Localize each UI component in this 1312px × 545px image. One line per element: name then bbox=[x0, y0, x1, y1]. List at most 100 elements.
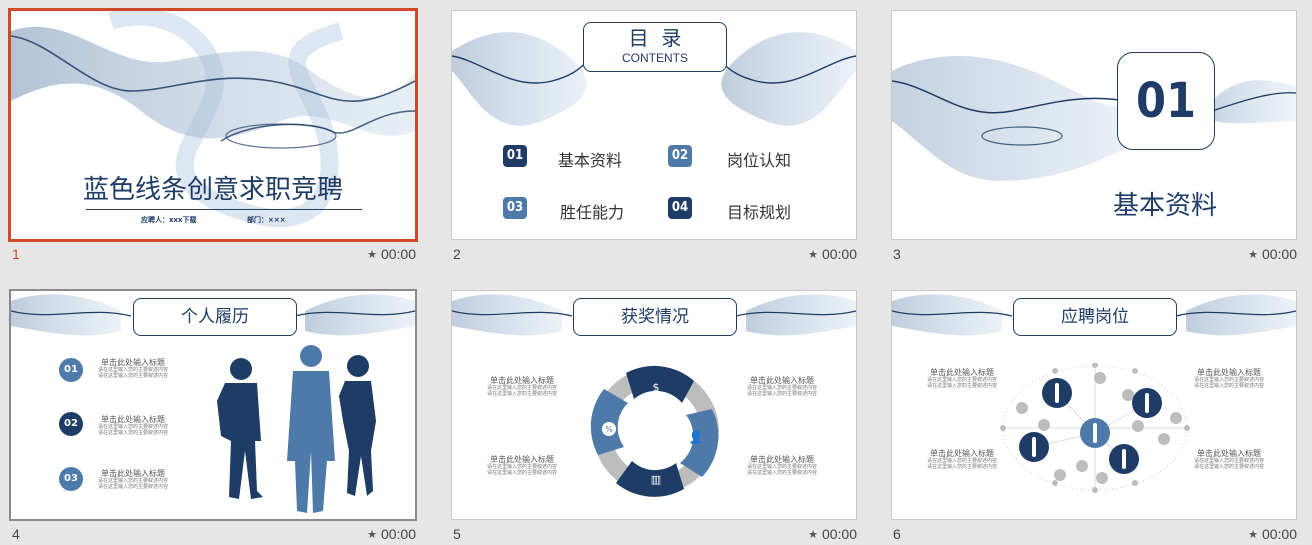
placeholder-title: 单击此处输入标题 bbox=[1197, 368, 1261, 377]
slide-time: 00:00 bbox=[821, 246, 857, 262]
placeholder-title: 单击此处输入标题 bbox=[930, 368, 994, 377]
slide-title: 应聘岗位 bbox=[1061, 307, 1129, 327]
placeholder-text-block: 单击此处输入标题 请在这里输入您的主要叙述内容 请在这里输入您的主要叙述内容 bbox=[1189, 449, 1269, 470]
placeholder-title: 单击此处输入标题 bbox=[750, 455, 814, 464]
slide-number: 3 bbox=[893, 246, 901, 262]
slide-title-box: 应聘岗位 bbox=[1013, 298, 1177, 336]
placeholder-line: 请在这里输入您的主要叙述内容 bbox=[926, 464, 997, 470]
user-icon: 👤 bbox=[689, 430, 704, 444]
placeholder-line: 请在这里输入您的主要叙述内容 bbox=[486, 470, 557, 476]
slide-3[interactable]: 01 基本资料 bbox=[891, 10, 1297, 240]
toc-item-label: 胜任能力 bbox=[560, 203, 625, 222]
toc-item-label: 目标规划 bbox=[727, 203, 792, 222]
toc-subtitle: CONTENTS bbox=[622, 51, 688, 65]
placeholder-title: 单击此处输入标题 bbox=[101, 415, 165, 424]
placeholder-line: 请在这里输入您的主要叙述内容 bbox=[97, 484, 168, 490]
placeholder-line: 请在这里输入您的主要叙述内容 bbox=[1193, 464, 1264, 470]
business-people-silhouettes bbox=[217, 345, 376, 513]
transition-star-icon: ★ bbox=[1248, 528, 1258, 541]
placeholder-line: 请在这里输入您的主要叙述内容 bbox=[97, 430, 168, 436]
toc-title: 目 录 bbox=[628, 26, 682, 50]
toc-title-box: 目 录 CONTENTS bbox=[583, 22, 727, 72]
transition-star-icon: ★ bbox=[808, 528, 818, 541]
title-underline bbox=[86, 209, 362, 210]
section-title: 基本资料 bbox=[1112, 191, 1217, 221]
placeholder-text-block: 单击此处输入标题 请在这里输入您的主要叙述内容 请在这里输入您的主要叙述内容 bbox=[922, 368, 1002, 389]
email-at-icon bbox=[1016, 402, 1028, 414]
transition-star-icon: ★ bbox=[808, 248, 818, 261]
slide-5[interactable]: 获奖情况 单击此处输入标题 请在这里输入您的主要叙述内容 请在这里输入您的主要叙… bbox=[451, 290, 857, 520]
slide-time: 00:00 bbox=[1261, 246, 1297, 262]
message-icon bbox=[1170, 412, 1182, 424]
placeholder-title: 单击此处输入标题 bbox=[930, 449, 994, 458]
placeholder-text-block: 单击此处输入标题 请在这里输入您的主要叙述内容 请在这里输入您的主要叙述内容 bbox=[742, 455, 822, 476]
transition-star-icon: ★ bbox=[367, 248, 377, 261]
slide-time: 00:00 bbox=[380, 246, 416, 262]
wordpress-icon bbox=[1038, 419, 1050, 431]
item-badge-03: 03 bbox=[59, 467, 83, 491]
slide-number: 4 bbox=[12, 526, 20, 542]
placeholder-line: 请在这里输入您的主要叙述内容 bbox=[1193, 383, 1264, 389]
slide-title-box: 个人履历 bbox=[133, 298, 297, 336]
slide-timing: ★ 00:00 bbox=[808, 246, 857, 262]
placeholder-text-block: 单击此处输入标题 请在这里输入您的主要叙述内容 请在这里输入您的主要叙述内容 bbox=[922, 449, 1002, 470]
placeholder-text-block: 单击此处输入标题 请在这里输入您的主要叙述内容 请在这里输入您的主要叙述内容 bbox=[93, 358, 173, 379]
slide-4[interactable]: 个人履历 01 单击此处输入标题 请在这里输入您的主要叙述内容 请在这里输入您的… bbox=[9, 289, 417, 521]
item-badge-02: 02 bbox=[59, 412, 83, 436]
rss-icon bbox=[1076, 460, 1088, 472]
twitter-icon bbox=[1132, 420, 1144, 432]
slide-title: 个人履历 bbox=[181, 307, 249, 327]
slide-number: 1 bbox=[12, 246, 20, 262]
placeholder-title: 单击此处输入标题 bbox=[750, 376, 814, 385]
slide-timing: ★ 00:00 bbox=[367, 526, 416, 542]
applicant-label: 应聘人：xxx下载 bbox=[141, 216, 197, 224]
item-badge-01: 01 bbox=[59, 358, 83, 382]
slide-number: 5 bbox=[453, 526, 461, 542]
mail-icon bbox=[1158, 433, 1170, 445]
slide-number: 2 bbox=[453, 246, 461, 262]
ring-segment-top bbox=[626, 365, 694, 403]
slide-1[interactable]: 蓝色线条创意求职竞聘 应聘人：xxx下载 部门：××× bbox=[8, 8, 418, 242]
man-silhouette-icon bbox=[217, 358, 263, 499]
placeholder-line: 请在这里输入您的主要叙述内容 bbox=[486, 391, 557, 397]
placeholder-text-block: 单击此处输入标题 请在这里输入您的主要叙述内容 请在这里输入您的主要叙述内容 bbox=[482, 455, 562, 476]
weibo-icon bbox=[1054, 469, 1066, 481]
money-icon: $ bbox=[653, 381, 660, 394]
slide-2[interactable]: 目 录 CONTENTS 01 基本资料 02 岗位认知 03 胜任能力 04 … bbox=[451, 10, 857, 240]
slide-timing: ★ 00:00 bbox=[808, 526, 857, 542]
toc-badge-04: 04 bbox=[668, 197, 692, 219]
facebook-icon bbox=[1096, 472, 1108, 484]
department-label: 部门：××× bbox=[247, 216, 286, 224]
slide-title: 获奖情况 bbox=[621, 307, 689, 327]
placeholder-title: 单击此处输入标题 bbox=[101, 358, 165, 367]
slide-time: 00:00 bbox=[1261, 526, 1297, 542]
slide-title-box: 获奖情况 bbox=[573, 298, 737, 336]
toc-item-label: 基本资料 bbox=[558, 151, 623, 170]
slide-6[interactable]: 应聘岗位 单击此处输入标题 请在这里输入您的主要叙述内容 请在这里输入您的主要叙… bbox=[891, 290, 1297, 520]
transition-star-icon: ★ bbox=[367, 528, 377, 541]
placeholder-line: 请在这里输入您的主要叙述内容 bbox=[746, 391, 817, 397]
qq-icon bbox=[1122, 389, 1134, 401]
network-diagram bbox=[1000, 363, 1190, 493]
section-number-box: 01 bbox=[1117, 52, 1215, 150]
toc-item-label: 岗位认知 bbox=[727, 151, 792, 170]
man-silhouette-icon bbox=[287, 345, 335, 513]
svg-text:%: % bbox=[605, 425, 613, 434]
placeholder-line: 请在这里输入您的主要叙述内容 bbox=[926, 383, 997, 389]
transition-star-icon: ★ bbox=[1248, 248, 1258, 261]
placeholder-text-block: 单击此处输入标题 请在这里输入您的主要叙述内容 请在这里输入您的主要叙述内容 bbox=[742, 376, 822, 397]
placeholder-line: 请在这里输入您的主要叙述内容 bbox=[746, 470, 817, 476]
slide-time: 00:00 bbox=[380, 526, 416, 542]
award-ring-diagram: $ 👤 ▥ % bbox=[590, 365, 719, 497]
toc-badge-01: 01 bbox=[503, 145, 527, 167]
slide-timing: ★ 00:00 bbox=[1248, 246, 1297, 262]
slide-time: 00:00 bbox=[821, 526, 857, 542]
section-number: 01 bbox=[1135, 73, 1197, 129]
slide-number: 6 bbox=[893, 526, 901, 542]
slide-timing: ★ 00:00 bbox=[367, 246, 416, 262]
chat-icon bbox=[1094, 372, 1106, 384]
woman-silhouette-icon bbox=[339, 355, 376, 496]
placeholder-title: 单击此处输入标题 bbox=[490, 376, 554, 385]
placeholder-line: 请在这里输入您的主要叙述内容 bbox=[97, 373, 168, 379]
placeholder-text-block: 单击此处输入标题 请在这里输入您的主要叙述内容 请在这里输入您的主要叙述内容 bbox=[1189, 368, 1269, 389]
